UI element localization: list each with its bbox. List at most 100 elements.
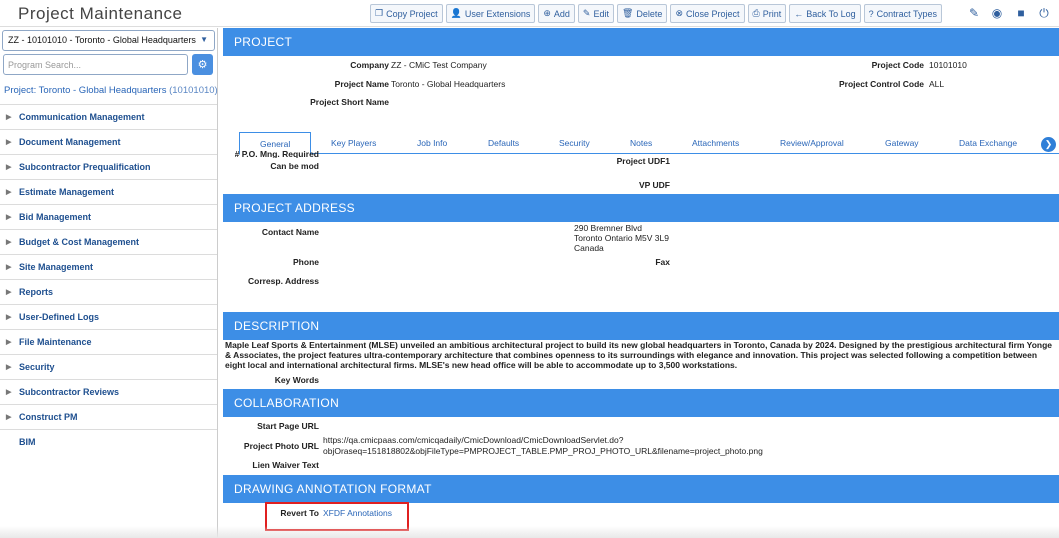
sidebar-item-label: Document Management <box>19 137 121 147</box>
toolbar-button-label: Delete <box>636 8 663 19</box>
section-header-description: DESCRIPTION <box>223 312 1059 340</box>
corresp-address-label: Corresp. Address <box>247 276 319 286</box>
project-code-label: Project Code <box>871 60 924 70</box>
back-to-log-button[interactable]: ← Back To Log <box>789 4 861 23</box>
chevron-right-icon: ▶ <box>6 389 12 396</box>
help-circle-icon: ? <box>868 8 874 19</box>
section-header-address: PROJECT ADDRESS <box>223 194 1059 222</box>
sidebar-item-label: Bid Management <box>19 212 92 222</box>
top-bar: Project Maintenance ❐ Copy Project 👤 User E… <box>0 0 1059 27</box>
sidebar-item-label: File Maintenance <box>19 337 92 347</box>
toolbar: ❐ Copy Project 👤 User Extensions ⊕ Add ✎ Edit 🗑 D… <box>370 4 942 23</box>
photo-url-line1: https://qa.cmicpaas.com/cmicqadaily/Cmic… <box>323 435 624 445</box>
project-code-value: 10101010 <box>929 60 967 70</box>
vp-udf-label: VP UDF <box>638 180 670 190</box>
chevron-right-icon: ▶ <box>6 289 12 296</box>
delete-button[interactable]: 🗑 Delete <box>616 4 668 23</box>
sidebar-item-bim[interactable]: BIM <box>0 429 217 454</box>
tab-attachments[interactable]: Attachments <box>692 138 739 148</box>
sidebar-item-label: Estimate Management <box>19 187 115 197</box>
tab-gateway[interactable]: Gateway <box>885 138 919 148</box>
chevron-right-icon: ▶ <box>6 164 12 171</box>
section-header-drawing-annotation: DRAWING ANNOTATION FORMAT <box>223 475 1059 503</box>
sidebar-item-budget-cost-management[interactable]: ▶ Budget & Cost Management <box>0 229 217 254</box>
sidebar-item-label: User-Defined Logs <box>19 312 100 322</box>
address-line3: Canada <box>574 243 604 253</box>
sidebar-item-file-maintenance[interactable]: ▶ File Maintenance <box>0 329 217 354</box>
user-extensions-button[interactable]: 👤 User Extensions <box>445 4 536 23</box>
sidebar-item-document-management[interactable]: ▶ Document Management <box>0 129 217 154</box>
lien-waiver-label: Lien Waiver Text <box>252 460 319 470</box>
tab-defaults[interactable]: Defaults <box>488 138 519 148</box>
project-link-code: (10101010) <box>169 85 218 96</box>
chevron-right-icon: ▶ <box>6 414 12 421</box>
chevron-right-icon: ▶ <box>6 364 12 371</box>
project-breadcrumb-link[interactable]: Project: Toronto - Global Headquarters (… <box>4 85 218 96</box>
gear-icon[interactable]: ⚙ <box>192 54 213 75</box>
tab-data-exchange[interactable]: Data Exchange <box>959 138 1017 148</box>
sidebar-item-site-management[interactable]: ▶ Site Management <box>0 254 217 279</box>
address-line1: 290 Bremner Blvd <box>574 223 643 233</box>
tab-review-approval[interactable]: Review/Approval <box>780 138 844 148</box>
control-code-label: Project Control Code <box>838 79 924 89</box>
start-page-url-label: Start Page URL <box>257 421 319 431</box>
sidebar-item-communication-management[interactable]: ▶ Communication Management <box>0 104 217 129</box>
sidebar-item-label: Communication Management <box>19 112 145 122</box>
sidebar-item-label: Security <box>19 362 55 372</box>
sidebar-item-user-defined-logs[interactable]: ▶ User-Defined Logs <box>0 304 217 329</box>
toolbar-button-label: User Extensions <box>464 8 531 19</box>
contract-types-button[interactable]: ? Contract Types <box>863 4 942 23</box>
sidebar-item-label: Subcontractor Prequalification <box>19 162 151 172</box>
edit-button[interactable]: ✎ Edit <box>577 4 614 23</box>
project-select-value: ZZ - 10101010 - Toronto - Global Headqua… <box>8 35 196 45</box>
pencil-icon: ✎ <box>582 8 591 18</box>
project-name-label: Project Name <box>334 79 389 89</box>
app-title: Project Maintenance <box>18 4 183 23</box>
chevron-right-icon: ▶ <box>6 214 12 221</box>
sidebar-item-label: Reports <box>19 287 54 297</box>
sidebar-item-label: Site Management <box>19 262 94 272</box>
program-search-input[interactable]: Program Search... <box>3 54 188 75</box>
sidebar-item-construct-pm[interactable]: ▶ Construct PM <box>0 404 217 429</box>
close-project-button[interactable]: ⊗ Close Project <box>670 4 745 23</box>
address-line2: Toronto Ontario M5V 3L9 <box>574 233 669 243</box>
stop-icon[interactable]: ■ <box>1013 5 1029 21</box>
sidebar-item-security[interactable]: ▶ Security <box>0 354 217 379</box>
po-required-label: # P.O. Mng. Required <box>234 151 319 158</box>
short-name-label: Project Short Name <box>310 97 389 107</box>
sidebar-item-label: Subcontractor Reviews <box>19 387 120 397</box>
tab-key-players[interactable]: Key Players <box>331 138 376 148</box>
toolbar-button-label: Copy Project <box>386 8 438 19</box>
chevron-right-icon: ▶ <box>6 189 12 196</box>
user-circle-icon[interactable]: ◉ <box>989 5 1005 21</box>
tab-job-info[interactable]: Job Info <box>417 138 447 148</box>
sidebar-item-estimate-management[interactable]: ▶ Estimate Management <box>0 179 217 204</box>
sidebar-item-reports[interactable]: ▶ Reports <box>0 279 217 304</box>
close-circle-icon: ⊗ <box>675 8 683 18</box>
tab-security[interactable]: Security <box>559 138 590 148</box>
description-text: Maple Leaf Sports & Entertainment (MLSE)… <box>225 340 1053 370</box>
sidebar-item-bid-management[interactable]: ▶ Bid Management <box>0 204 217 229</box>
arrow-left-icon: ← <box>794 8 804 19</box>
chevron-right-icon: ▶ <box>6 264 12 271</box>
power-icon[interactable]: ⏻ <box>1036 5 1052 21</box>
sidebar-nav: ▶ Communication Management ▶ Document Manag… <box>0 104 217 454</box>
sidebar-item-subcontractor-reviews[interactable]: ▶ Subcontractor Reviews <box>0 379 217 404</box>
plus-circle-icon: ⊕ <box>543 8 551 18</box>
chevron-right-icon: ▶ <box>6 139 12 146</box>
control-code-value: ALL <box>929 79 945 89</box>
add-button[interactable]: ⊕ Add <box>538 4 575 23</box>
sidebar-item-label: Budget & Cost Management <box>19 237 140 247</box>
tab-notes[interactable]: Notes <box>630 138 652 148</box>
fax-label: Fax <box>655 257 670 267</box>
can-be-mod-label: Can be mod <box>270 161 319 171</box>
edit-square-icon[interactable]: ✎ <box>966 5 982 21</box>
chevron-right-icon: ▶ <box>6 339 12 346</box>
tab-bar: General Key Players Job Info Defaults Securi… <box>239 132 1059 155</box>
project-select[interactable]: ZZ - 10101010 - Toronto - Global Headqua… <box>2 30 215 51</box>
tab-scroll-right-icon[interactable]: ❯ <box>1041 137 1056 152</box>
print-button[interactable]: ⎙ Print <box>747 4 787 23</box>
sidebar-item-subcontractor-prequalification[interactable]: ▶ Subcontractor Prequalification <box>0 154 217 179</box>
copy-project-button[interactable]: ❐ Copy Project <box>370 4 443 23</box>
chevron-right-icon: ▶ <box>6 314 12 321</box>
